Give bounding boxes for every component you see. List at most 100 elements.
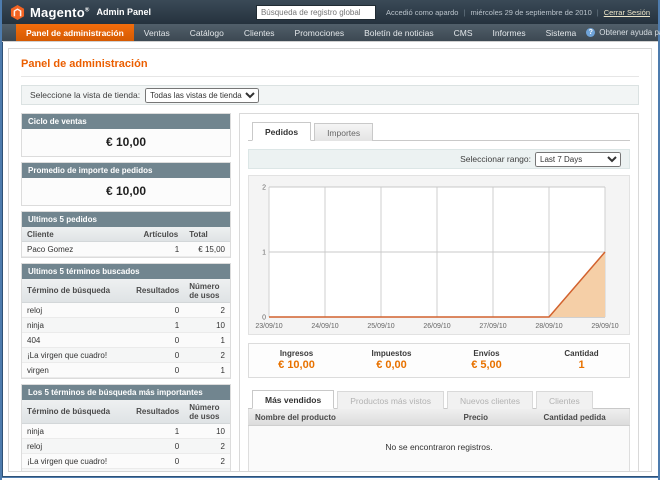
table-row[interactable]: ninja110 [22,424,230,439]
table-cell: 0 [131,454,184,469]
table-row[interactable]: ¡La virgen que cuadro!02 [22,454,230,469]
column-header: Término de búsqueda [22,279,131,303]
brand-suffix: Admin Panel [96,7,151,17]
table-cell: reloj [22,303,131,318]
empty-row: No se encontraron registros. [249,426,630,473]
page-title: Panel de administración [21,58,639,77]
top-search-terms-box: Los 5 términos de búsqueda más important… [21,384,231,472]
column-header: Término de búsqueda [22,400,131,424]
nav-item[interactable]: Boletín de noticias [354,24,443,41]
box-title: Los 5 términos de búsqueda más important… [22,385,230,400]
chart-tab[interactable]: Pedidos [252,122,311,141]
last-orders-table: ClienteArtículosTotalPaco Gomez1€ 15,00 [22,227,230,257]
store-view-select[interactable]: Todas las vistas de tienda [145,88,259,103]
table-row[interactable]: 40401 [22,469,230,473]
total-label: Cantidad [534,349,629,358]
total-label: Ingresos [249,349,344,358]
grid-tab[interactable]: Más vendidos [252,390,334,409]
nav-item[interactable]: Panel de administración [16,24,134,41]
chart-tabstrip: PedidosImportes [248,122,630,141]
range-select[interactable]: Last 7 Days [535,152,621,167]
header: Magento® Admin Panel Accedió como apardo… [2,0,658,24]
column-header: Número de usos [184,279,230,303]
nav-item[interactable]: Ventas [134,24,180,41]
box-title: Ultimos 5 pedidos [22,212,230,227]
table-cell: 1 [131,424,184,439]
total-value: € 0,00 [344,359,439,371]
table-cell: 1 [184,333,230,348]
total-value: 1 [534,359,629,371]
table-cell: ninja [22,318,131,333]
svg-text:28/09/10: 28/09/10 [535,323,562,330]
lifetime-sales-value: € 10,00 [22,129,230,156]
store-view-label: Seleccione la vista de tienda: [30,90,140,100]
total-value: € 10,00 [249,359,344,371]
separator: | [463,8,465,17]
chart-tab[interactable]: Importes [314,123,373,141]
table-cell: ¡La virgen que cuadro! [22,454,131,469]
help-link[interactable]: ? Obtener ayuda para esta página [586,24,660,41]
orders-chart: 01223/09/1024/09/1025/09/1026/09/1027/09… [253,181,625,331]
lifetime-sales-box: Ciclo de ventas € 10,00 [21,113,231,157]
nav-item[interactable]: CMS [444,24,483,41]
table-row[interactable]: ¡La virgen que cuadro!02 [22,348,230,363]
table-cell: 0 [131,363,184,378]
table-cell: 404 [22,469,131,473]
last-search-terms-table: Término de búsquedaResultadosNúmero de u… [22,279,230,378]
table-cell: 10 [184,318,230,333]
nav-item[interactable]: Sistema [536,24,587,41]
table-cell: € 15,00 [184,242,230,257]
global-search-input[interactable] [256,5,376,20]
table-cell: 0 [131,348,184,363]
table-cell: ¡La virgen que cuadro! [22,348,131,363]
table-cell: 404 [22,333,131,348]
nav-menu: Panel de administraciónVentasCatálogoCli… [16,24,586,41]
nav-item[interactable]: Catálogo [180,24,234,41]
content-area: Panel de administración Seleccione la vi… [8,48,652,472]
header-user-info: Accedió como apardo | miércoles 29 de se… [386,8,650,17]
table-cell: 2 [184,348,230,363]
grid-tab[interactable]: Clientes [536,391,593,409]
grid-tab[interactable]: Nuevos clientes [447,391,533,409]
table-row[interactable]: reloj02 [22,439,230,454]
svg-text:2: 2 [262,185,266,192]
table-row[interactable]: reloj02 [22,303,230,318]
table-row[interactable]: 40401 [22,333,230,348]
main-nav: Panel de administraciónVentasCatálogoCli… [2,24,658,42]
dashboard-sidebar: Ciclo de ventas € 10,00 Promedio de impo… [21,113,231,472]
products-table: Nombre del productoPrecioCantidad pedida… [248,409,630,472]
table-row[interactable]: ninja110 [22,318,230,333]
totals-bar: Ingresos€ 10,00Impuestos€ 0,00Envíos€ 5,… [248,343,630,378]
magento-logo-icon [10,5,25,20]
svg-text:0: 0 [262,315,266,322]
total-impuestos: Impuestos€ 0,00 [344,349,439,371]
nav-item[interactable]: Promociones [285,24,355,41]
column-header: Resultados [131,400,184,424]
total-envíos: Envíos€ 5,00 [439,349,534,371]
table-row[interactable]: Paco Gomez1€ 15,00 [22,242,230,257]
table-row[interactable]: virgen01 [22,363,230,378]
nav-item[interactable]: Clientes [234,24,285,41]
table-cell: 2 [184,303,230,318]
total-label: Impuestos [344,349,439,358]
column-header: Precio [458,409,538,426]
top-search-terms-table: Término de búsquedaResultadosNúmero de u… [22,400,230,472]
table-cell: 0 [131,333,184,348]
admin-window: Magento® Admin Panel Accedió como apardo… [0,0,660,480]
column-header: Resultados [131,279,184,303]
total-value: € 5,00 [439,359,534,371]
column-header: Cantidad pedida [538,409,630,426]
nav-item[interactable]: Informes [483,24,536,41]
logout-link[interactable]: Cerrar Sesión [604,8,650,17]
table-cell: virgen [22,363,131,378]
table-cell: 0 [131,303,184,318]
table-cell: ninja [22,424,131,439]
svg-text:23/09/10: 23/09/10 [255,323,282,330]
chart-container: 01223/09/1024/09/1025/09/1026/09/1027/09… [248,175,630,335]
products-table-header: Nombre del productoPrecioCantidad pedida [249,409,630,426]
table-cell: 1 [184,363,230,378]
grid-tab[interactable]: Productos más vistos [337,391,444,409]
store-view-bar: Seleccione la vista de tienda: Todas las… [21,85,639,105]
svg-text:29/09/10: 29/09/10 [591,323,618,330]
average-orders-box: Promedio de importe de pedidos € 10,00 [21,162,231,206]
